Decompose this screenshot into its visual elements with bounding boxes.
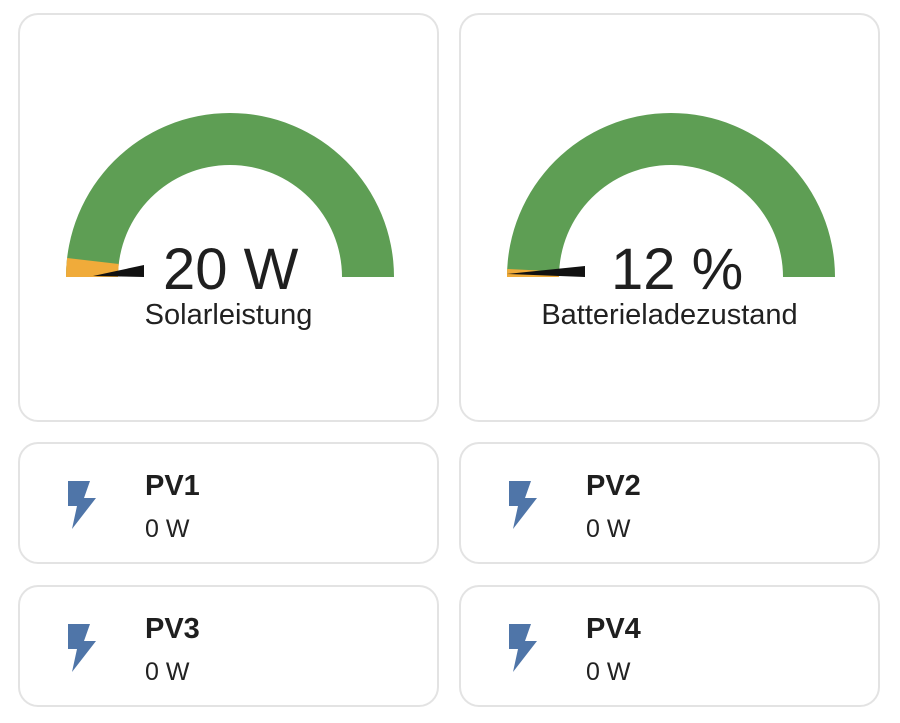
entity-card-pv3[interactable]: PV3 0 W: [18, 585, 439, 707]
entity-card-pv4[interactable]: PV4 0 W: [459, 585, 880, 707]
gauge-card-batterieladezustand[interactable]: 12 % Batterieladezustand: [459, 13, 880, 422]
entity-name: PV1: [145, 470, 200, 502]
entity-state: 0 W: [145, 515, 190, 543]
entity-state: 0 W: [586, 515, 631, 543]
gauge-dial-icon: [66, 113, 394, 277]
entity-card-pv2[interactable]: PV2 0 W: [459, 442, 880, 564]
entity-state: 0 W: [145, 658, 190, 686]
entity-state: 0 W: [586, 658, 631, 686]
entity-name: PV2: [586, 470, 641, 502]
flash-icon: [68, 481, 96, 529]
gauge-value: 12 %: [611, 237, 744, 302]
gauge-card-solarleistung[interactable]: 20 W Solarleistung: [18, 13, 439, 422]
entity-card-pv1[interactable]: PV1 0 W: [18, 442, 439, 564]
flash-icon: [509, 481, 537, 529]
flash-icon: [509, 624, 537, 672]
gauge-label: Batterieladezustand: [541, 299, 798, 331]
gauge-value: 20 W: [163, 237, 299, 302]
gauge-dial-icon: [507, 113, 835, 277]
entity-name: PV3: [145, 613, 200, 645]
flash-icon: [68, 624, 96, 672]
entity-name: PV4: [586, 613, 641, 645]
gauge-label: Solarleistung: [144, 299, 313, 331]
